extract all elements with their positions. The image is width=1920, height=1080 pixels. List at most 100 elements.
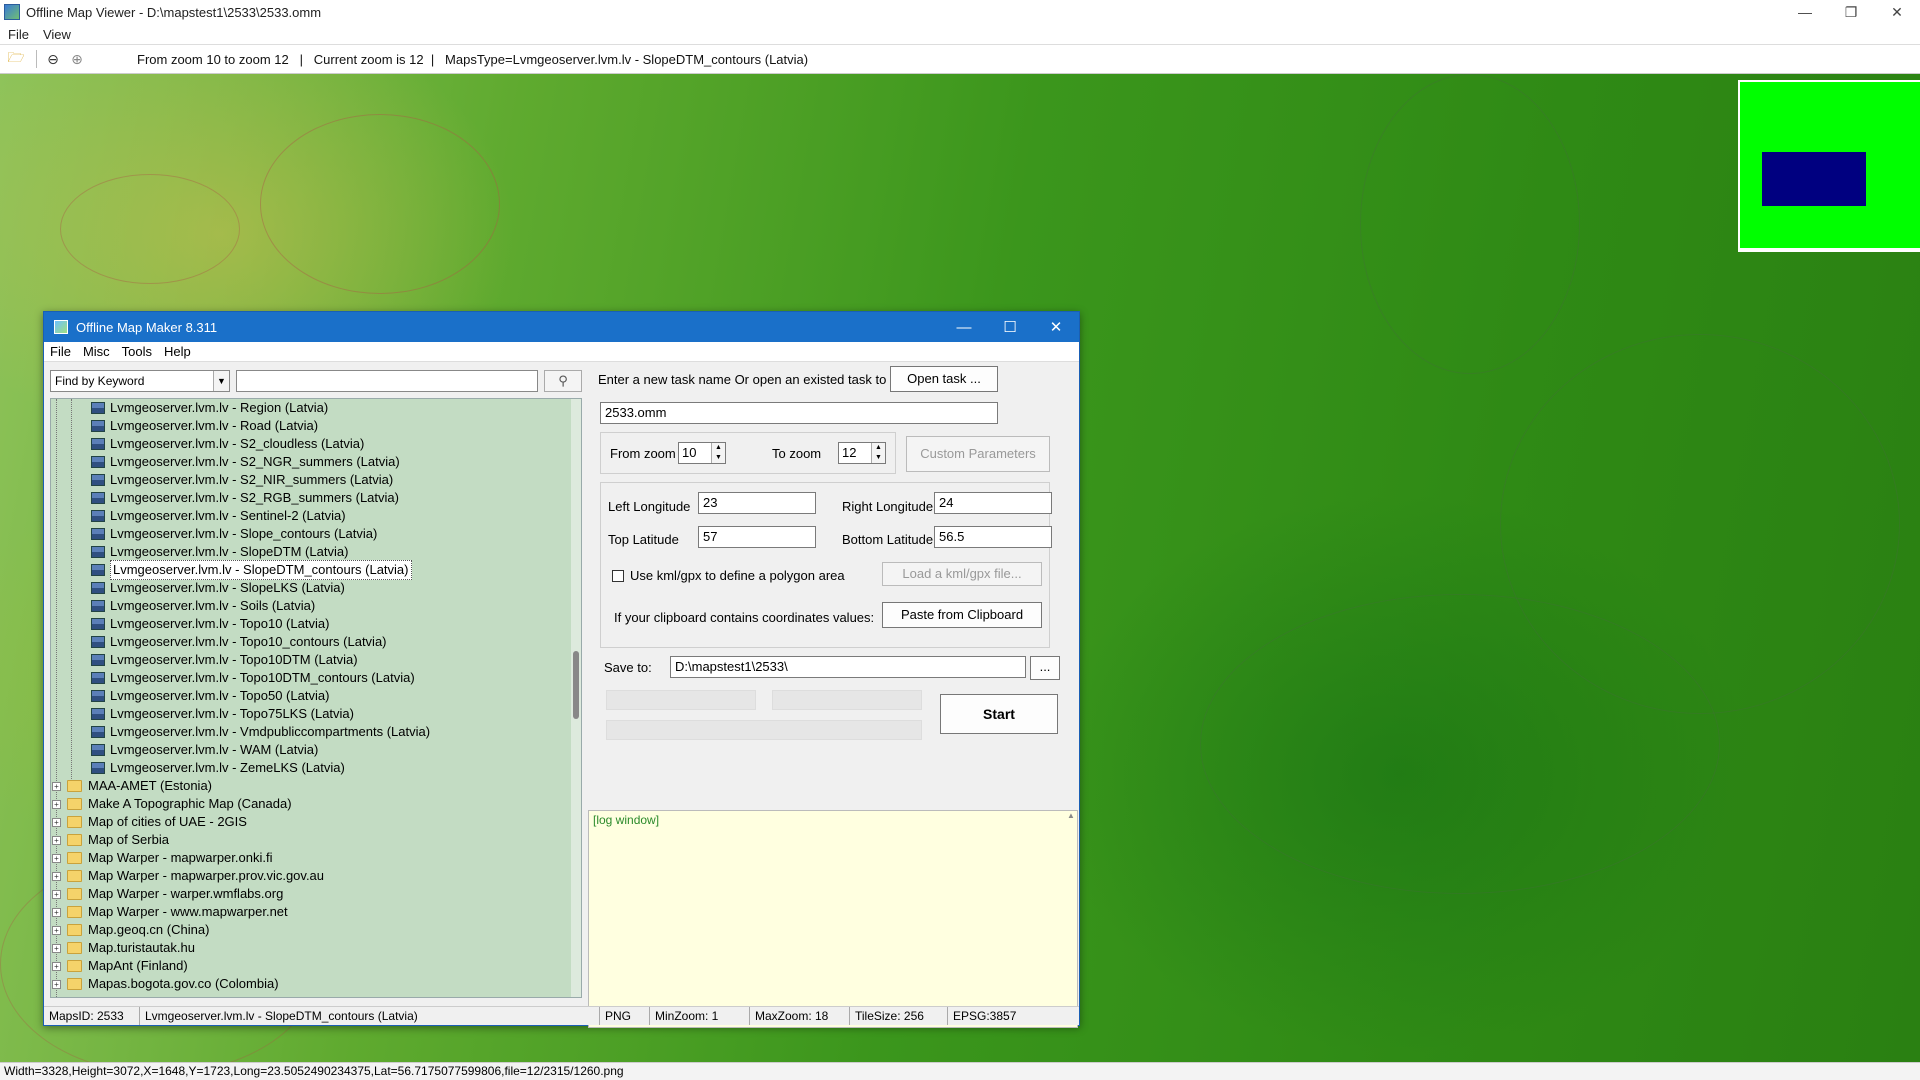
expand-icon[interactable]: + <box>52 871 61 881</box>
tree-folder[interactable]: + Map Warper - mapwarper.prov.vic.gov.au <box>52 867 324 885</box>
dialog-window-controls: — ☐ ✕ <box>941 312 1079 342</box>
menu-file[interactable]: File <box>50 344 71 359</box>
expand-icon[interactable]: + <box>52 889 61 899</box>
tree-item[interactable]: Lvmgeoserver.lvm.lv - Topo10DTM_contours… <box>91 669 415 687</box>
tree-folder[interactable]: + Map.geoq.cn (China) <box>52 921 209 939</box>
map-layer-icon <box>91 672 105 684</box>
expand-icon[interactable]: + <box>52 925 61 935</box>
expand-icon[interactable]: + <box>52 853 61 863</box>
tree-item[interactable]: Lvmgeoserver.lvm.lv - ZemeLKS (Latvia) <box>91 759 345 777</box>
load-kml-button[interactable]: Load a kml/gpx file... <box>882 562 1042 586</box>
dialog-menubar: File Misc Tools Help <box>44 342 1079 362</box>
tree-item[interactable]: Lvmgeoserver.lvm.lv - SlopeDTM (Latvia) <box>91 543 348 561</box>
tree-item[interactable]: Lvmgeoserver.lvm.lv - WAM (Latvia) <box>91 741 318 759</box>
task-name-input[interactable]: 2533.omm <box>600 402 998 424</box>
expand-icon[interactable]: + <box>52 817 61 827</box>
top-latitude-input[interactable]: 57 <box>698 526 816 548</box>
tree-scrollbar[interactable] <box>571 399 581 997</box>
tree-item[interactable]: Lvmgeoserver.lvm.lv - Topo10_contours (L… <box>91 633 387 651</box>
tree-item[interactable]: Lvmgeoserver.lvm.lv - Topo10DTM (Latvia) <box>91 651 358 669</box>
tree-folder[interactable]: + Map.turistautak.hu <box>52 939 195 957</box>
expand-icon[interactable]: + <box>52 979 61 989</box>
tree-scrollbar-thumb[interactable] <box>573 651 579 719</box>
tree-folder[interactable]: + Map Warper - warper.wmflabs.org <box>52 885 283 903</box>
tree-item[interactable]: Lvmgeoserver.lvm.lv - Region (Latvia) <box>91 399 328 417</box>
paste-clipboard-button[interactable]: Paste from Clipboard <box>882 602 1042 628</box>
tree-item[interactable]: Lvmgeoserver.lvm.lv - Slope_contours (La… <box>91 525 377 543</box>
menu-tools[interactable]: Tools <box>122 344 152 359</box>
tree-folder[interactable]: + Map Warper - www.mapwarper.net <box>52 903 288 921</box>
tree-item[interactable]: Lvmgeoserver.lvm.lv - S2_RGB_summers (La… <box>91 489 399 507</box>
restore-icon[interactable]: ❐ <box>1828 0 1874 24</box>
tree-item[interactable]: Lvmgeoserver.lvm.lv - Soils (Latvia) <box>91 597 315 615</box>
tree-item[interactable]: Lvmgeoserver.lvm.lv - Road (Latvia) <box>91 417 318 435</box>
tree-item[interactable]: Lvmgeoserver.lvm.lv - SlopeLKS (Latvia) <box>91 579 345 597</box>
search-row: Find by Keyword ▼ ⚲ <box>50 370 582 394</box>
save-path-input[interactable]: D:\mapstest1\2533\ <box>670 656 1026 678</box>
bottom-latitude-input[interactable]: 56.5 <box>934 526 1052 548</box>
close-icon[interactable]: ✕ <box>1874 0 1920 24</box>
search-icon[interactable]: ⚲ <box>544 370 582 392</box>
chevron-down-icon[interactable]: ▼ <box>213 371 229 391</box>
status-tile-size: TileSize: 256 <box>850 1007 948 1025</box>
tree-folder[interactable]: + Map of Serbia <box>52 831 169 849</box>
maps-tree[interactable]: Lvmgeoserver.lvm.lv - Region (Latvia) Lvm… <box>50 398 582 998</box>
zoom-out-icon[interactable]: ⊖ <box>43 49 63 69</box>
expand-icon[interactable]: + <box>52 799 61 809</box>
from-zoom-stepper[interactable]: 10 ▲ ▼ <box>678 442 726 464</box>
tree-folder[interactable]: + Mapas.bogota.gov.co (Colombia) <box>52 975 279 993</box>
tree-folder[interactable]: + Map Warper - mapwarper.onki.fi <box>52 849 272 867</box>
to-zoom-value: 12 <box>842 445 857 460</box>
tree-folder[interactable]: + Map of cities of UAE - 2GIS <box>52 813 247 831</box>
browse-button[interactable]: ... <box>1030 656 1060 680</box>
tree-item[interactable]: Lvmgeoserver.lvm.lv - Sentinel-2 (Latvia… <box>91 507 346 525</box>
map-layer-icon <box>91 690 105 702</box>
log-window[interactable]: [log window] ▲▼ <box>588 810 1078 1028</box>
expand-icon[interactable]: + <box>52 907 61 917</box>
minimize-icon[interactable]: — <box>941 312 987 342</box>
search-mode-select[interactable]: Find by Keyword ▼ <box>50 370 230 392</box>
keyword-input[interactable] <box>236 370 538 392</box>
tree-item[interactable]: Lvmgeoserver.lvm.lv - Vmdpubliccompartme… <box>91 723 430 741</box>
log-scrollbar[interactable]: ▲▼ <box>1065 811 1077 1027</box>
expand-icon[interactable]: + <box>52 943 61 953</box>
right-longitude-input[interactable]: 24 <box>934 492 1052 514</box>
stepper-arrows-icon[interactable]: ▲ ▼ <box>711 443 725 463</box>
zoom-in-icon[interactable]: ⊕ <box>67 49 87 69</box>
expand-icon[interactable]: + <box>52 961 61 971</box>
minimize-icon[interactable]: — <box>1782 0 1828 24</box>
open-task-button[interactable]: Open task ... <box>890 366 998 392</box>
overview-map[interactable] <box>1738 80 1920 252</box>
custom-parameters-button[interactable]: Custom Parameters <box>906 436 1050 472</box>
tree-item[interactable]: Lvmgeoserver.lvm.lv - S2_NIR_summers (La… <box>91 471 393 489</box>
menu-misc[interactable]: Misc <box>83 344 110 359</box>
zoom-info-text: From zoom 10 to zoom 12 | Current zoom i… <box>137 51 809 67</box>
open-folder-icon[interactable]: 🗁 <box>6 49 26 69</box>
tree-folder[interactable]: + Make A Topographic Map (Canada) <box>52 795 292 813</box>
menu-view[interactable]: View <box>43 27 71 42</box>
expand-icon[interactable]: + <box>52 781 61 791</box>
tree-item[interactable]: Lvmgeoserver.lvm.lv - S2_cloudless (Latv… <box>91 435 364 453</box>
tree-item[interactable]: Lvmgeoserver.lvm.lv - SlopeDTM_contours … <box>91 560 412 580</box>
tree-folder[interactable]: + MAA-AMET (Estonia) <box>52 777 212 795</box>
tree-item[interactable]: Lvmgeoserver.lvm.lv - Topo75LKS (Latvia) <box>91 705 354 723</box>
menu-help[interactable]: Help <box>164 344 191 359</box>
start-button[interactable]: Start <box>940 694 1058 734</box>
close-icon[interactable]: ✕ <box>1033 312 1079 342</box>
tree-item[interactable]: Lvmgeoserver.lvm.lv - Topo50 (Latvia) <box>91 687 329 705</box>
expand-icon[interactable]: + <box>52 835 61 845</box>
map-layer-icon <box>91 456 105 468</box>
tree-item[interactable]: Lvmgeoserver.lvm.lv - S2_NGR_summers (La… <box>91 453 400 471</box>
to-zoom-stepper[interactable]: 12 ▲ ▼ <box>838 442 886 464</box>
overview-viewport[interactable] <box>1762 152 1866 206</box>
to-zoom-label: To zoom <box>772 446 822 461</box>
tree-item[interactable]: Lvmgeoserver.lvm.lv - Topo10 (Latvia) <box>91 615 329 633</box>
tree-folder-label: Map.turistautak.hu <box>88 940 195 955</box>
menu-file[interactable]: File <box>8 27 29 42</box>
kml-checkbox[interactable] <box>612 570 624 582</box>
left-longitude-input[interactable]: 23 <box>698 492 816 514</box>
tree-folder[interactable]: + MapAnt (Finland) <box>52 957 188 975</box>
tree-folder-label: MAA-AMET (Estonia) <box>88 778 213 793</box>
stepper-arrows-icon[interactable]: ▲ ▼ <box>871 443 885 463</box>
maximize-icon[interactable]: ☐ <box>987 312 1033 342</box>
